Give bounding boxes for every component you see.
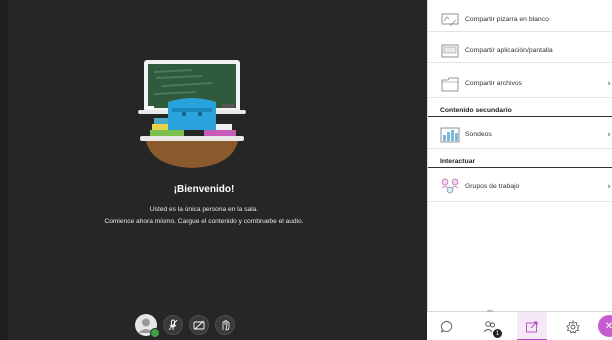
panel-tab-bar: 1 xyxy=(427,311,612,340)
polls-label: Sondeos xyxy=(465,131,492,138)
share-files-label: Compartir archivos xyxy=(465,80,523,87)
secondary-content-heading: Contenido secundario xyxy=(428,107,612,117)
welcome-illustration-icon xyxy=(138,60,246,168)
tab-chat[interactable] xyxy=(437,317,457,337)
welcome-message-line-2: Comience ahora mismo. Cargue el contenid… xyxy=(104,218,304,225)
screen-share-icon xyxy=(440,43,460,59)
close-icon: ✕ xyxy=(604,320,612,332)
raise-hand-button[interactable] xyxy=(215,315,235,335)
chevron-right-icon: › xyxy=(607,181,611,192)
camera-off-icon xyxy=(193,320,205,330)
share-content-panel: Compartir pizarra en blanco Compartir ap… xyxy=(427,0,612,340)
chevron-right-icon: › xyxy=(607,129,611,140)
microphone-button[interactable] xyxy=(163,315,183,335)
chat-icon xyxy=(440,321,453,333)
media-controls xyxy=(135,314,235,338)
gear-icon xyxy=(566,320,580,334)
breakout-groups-item[interactable]: Grupos de trabajo › xyxy=(428,172,612,202)
share-content-icon xyxy=(526,321,538,332)
breakout-groups-icon xyxy=(440,178,460,195)
folder-icon xyxy=(440,76,460,92)
microphone-muted-icon xyxy=(168,319,178,331)
share-whiteboard-item[interactable]: Compartir pizarra en blanco xyxy=(428,8,612,32)
drawer-handle xyxy=(487,310,493,312)
welcome-title: ¡Bienvenido! xyxy=(173,184,235,195)
whiteboard-icon xyxy=(440,12,460,28)
session-stage: ¡Bienvenido! Usted es la única persona e… xyxy=(0,0,427,340)
avatar[interactable] xyxy=(135,314,160,338)
welcome-message-line-1: Usted es la única persona en la sala. xyxy=(149,206,259,213)
status-check-icon xyxy=(150,328,160,338)
tab-attendees[interactable]: 1 xyxy=(480,317,502,338)
share-files-item[interactable]: Compartir archivos › xyxy=(428,70,612,98)
camera-button[interactable] xyxy=(189,315,209,335)
interact-heading: Interactuar xyxy=(428,158,612,168)
raise-hand-icon xyxy=(222,320,230,331)
tab-settings[interactable] xyxy=(563,317,583,337)
share-application-label: Compartir aplicación/pantalla xyxy=(465,47,553,54)
stage-edge xyxy=(0,0,8,340)
attendees-count-badge: 1 xyxy=(493,329,502,338)
tab-share-content[interactable] xyxy=(517,312,547,340)
share-application-item[interactable]: Compartir aplicación/pantalla xyxy=(428,39,612,63)
share-whiteboard-label: Compartir pizarra en blanco xyxy=(465,16,549,23)
polls-item[interactable]: Sondeos › xyxy=(428,121,612,149)
breakout-groups-label: Grupos de trabajo xyxy=(465,183,520,190)
chevron-right-icon: › xyxy=(607,78,611,89)
poll-icon xyxy=(440,127,460,143)
